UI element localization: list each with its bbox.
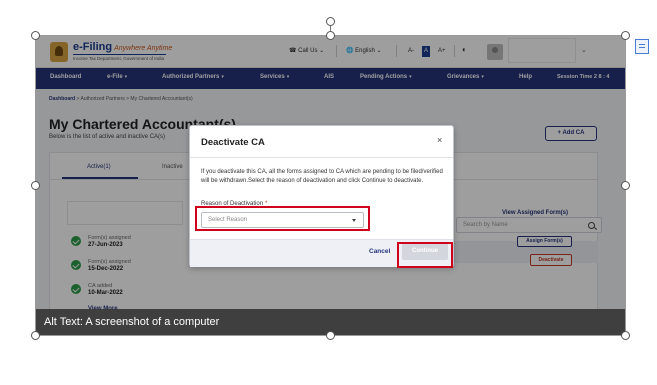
resize-handle-top-right[interactable] [621, 31, 630, 40]
rotate-handle[interactable] [326, 17, 335, 26]
highlight-box [397, 242, 453, 268]
resize-handle-bottom[interactable] [326, 331, 335, 340]
resize-handle-top-left[interactable] [31, 31, 40, 40]
layout-options-icon[interactable] [635, 39, 649, 54]
close-icon[interactable]: × [437, 135, 442, 145]
resize-handle-top[interactable] [326, 31, 335, 40]
divider [190, 157, 453, 158]
screenshot-image: e-Filing Anywhere Anytime Income Tax Depa… [36, 36, 625, 335]
resize-handle-right[interactable] [621, 181, 630, 190]
resize-handle-left[interactable] [31, 181, 40, 190]
resize-handle-bottom-right[interactable] [621, 331, 630, 340]
highlight-box [195, 206, 370, 231]
document-canvas: e-Filing Anywhere Anytime Income Tax Depa… [0, 0, 657, 385]
dialog-title: Deactivate CA [201, 137, 265, 148]
dialog-message: If you deactivate this CA, all the forms… [201, 169, 443, 184]
cancel-button[interactable]: Cancel [369, 248, 390, 255]
resize-handle-bottom-left[interactable] [31, 331, 40, 340]
alt-text-label: Alt Text: A screenshot of a computer [44, 316, 220, 328]
